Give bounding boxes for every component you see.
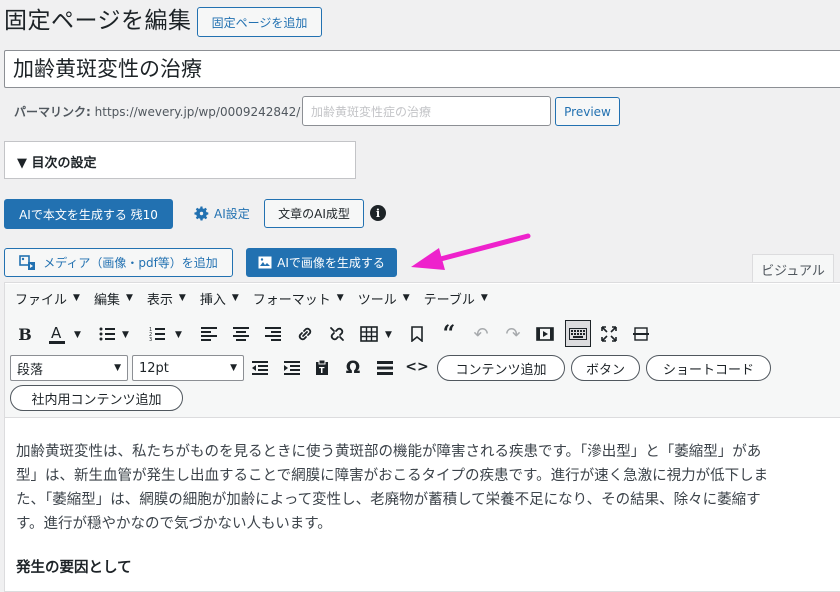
chevron-down-icon: ▼ [230,363,237,373]
ai-generate-image-button[interactable]: AIで画像を生成する [246,248,397,277]
paragraph-line: す。進行が穏やかなので気づかない人もいます。 [16,516,332,532]
ai-settings-label: AI設定 [214,207,250,221]
numbered-list-icon[interactable]: 123 [145,321,169,347]
post-title-input[interactable]: 加齢黄斑変性の治療 [4,50,840,88]
menu-table-label: テーブル [423,292,475,308]
bullet-list-icon[interactable] [95,321,119,347]
tab-visual[interactable]: ビジュアル [752,254,834,283]
chevron-down-icon: ▼ [480,293,488,303]
ai-generate-text-button[interactable]: AIで本文を生成する 残10 [4,199,173,229]
chevron-down-icon: ▼ [231,293,239,303]
annotation-arrow [411,233,531,270]
menu-tools-label: ツール [357,292,397,308]
align-right-icon[interactable] [261,321,285,347]
menu-file[interactable]: ファイル ▼ [15,289,80,308]
add-media-button[interactable]: メディア（画像・pdf等）を追加 [4,248,233,277]
add-page-button[interactable]: 固定ページを追加 [197,7,322,37]
bookmark-icon[interactable] [405,321,429,347]
font-size-select[interactable]: 12pt ▼ [132,355,244,381]
chevron-down-icon[interactable]: ▼ [175,330,182,340]
menu-view[interactable]: 表示 ▼ [147,289,186,308]
unlink-icon[interactable] [325,321,349,347]
permalink-url[interactable]: https://wevery.jp/wp/0009242842/ [95,105,301,119]
info-icon[interactable]: i [370,205,386,221]
editor-content[interactable]: 加齢黄斑変性は、私たちがものを見るときに使う黄斑部の機能が障害される疾患です。「… [16,440,840,536]
slug-input[interactable]: 加齢黄斑変性症の治療 [302,96,551,126]
menu-edit-label: 編集 [93,292,120,308]
permalink-label: パーマリンク: [14,105,91,119]
ai-settings-link[interactable]: AI設定 [193,205,250,222]
chevron-down-icon: ▼ [178,293,186,303]
redo-icon[interactable]: ↷ [501,321,525,347]
chevron-down-icon[interactable]: ▼ [74,330,81,340]
text-color-icon[interactable]: A [45,321,69,347]
chevron-down-icon: ▼ [125,293,133,303]
menu-tools[interactable]: ツール ▼ [358,289,410,308]
svg-text:A: A [51,324,62,342]
chevron-down-icon: ▼ [402,293,410,303]
special-character-icon[interactable]: Ω [341,355,365,381]
menu-insert[interactable]: 挿入 ▼ [200,289,239,308]
paragraph-line: 型」は、新生血管が発生し出血することで網膜に障害がおこるタイプの疾患です。進行が… [16,468,769,484]
chevron-down-icon: ▼ [336,293,344,303]
menu-table[interactable]: テーブル ▼ [424,289,488,308]
format-select-value: 段落 [17,362,44,378]
media-icon [19,254,36,270]
outdent-icon[interactable] [248,355,272,381]
bold-icon[interactable]: B [13,321,37,347]
content-heading: 発生の要因として [16,559,132,576]
menu-edit[interactable]: 編集 ▼ [94,289,133,308]
align-center-icon[interactable] [229,321,253,347]
svg-text:T: T [319,366,325,375]
indent-icon[interactable] [280,355,304,381]
link-icon[interactable] [293,321,317,347]
page-break-icon[interactable] [629,321,653,347]
font-size-value: 12pt [139,360,169,376]
paste-text-icon[interactable]: T [310,355,334,381]
blockquote-icon[interactable]: “ [437,321,461,347]
chevron-down-icon: ▼ [114,363,121,373]
table-icon[interactable] [357,321,381,347]
horizontal-rule-icon[interactable] [373,355,397,381]
undo-icon[interactable]: ↶ [469,321,493,347]
fullscreen-icon[interactable] [597,321,621,347]
paragraph-line: た、「萎縮型」は、網膜の細胞が加齢によって変性し、老廃物が蓄積して栄養不足になり… [16,492,761,508]
menu-insert-label: 挿入 [199,292,226,308]
button-insert-button[interactable]: ボタン [571,355,640,381]
menu-view-label: 表示 [146,292,173,308]
ai-format-button[interactable]: 文章のAI成型 [264,199,364,228]
internal-content-button[interactable]: 社内用コンテンツ追加 [10,385,183,411]
chevron-down-icon[interactable]: ▼ [122,330,129,340]
image-icon [258,256,272,269]
code-icon[interactable]: <> [405,354,429,380]
menu-format-label: フォーマット [252,292,331,308]
permalink-row: パーマリンク: https://wevery.jp/wp/0009242842/ [14,103,300,120]
chevron-down-icon: ▼ [73,293,80,303]
editor-toolbar: B A ▼ ▼ 123 ▼ ▼ “ ↶ ↷ 段落 ▼ 12pt ▼ T Ω <>… [5,312,840,418]
ai-generate-image-label: AIで画像を生成する [277,256,385,270]
media-embed-icon[interactable] [533,321,557,347]
editor-menubar: ファイル ▼ 編集 ▼ 表示 ▼ 挿入 ▼ フォーマット ▼ ツール ▼ テーブル ▼ [5,284,840,312]
page-title: 固定ページを編集 [4,8,192,34]
toc-settings-toggle[interactable]: ▼ 目次の設定 [4,141,356,179]
gear-icon [194,206,209,221]
paragraph-line: 加齢黄斑変性は、私たちがものを見るときに使う黄斑部の機能が障害される疾患です。「… [16,444,762,460]
add-content-button[interactable]: コンテンツ追加 [437,355,565,381]
svg-text:3: 3 [149,337,152,341]
format-select[interactable]: 段落 ▼ [10,355,128,381]
preview-button[interactable]: Preview [555,97,620,126]
chevron-down-icon[interactable]: ▼ [385,330,392,340]
menu-file-label: ファイル [15,292,68,308]
shortcode-button[interactable]: ショートコード [646,355,771,381]
keyboard-icon[interactable] [565,320,591,347]
add-media-label: メディア（画像・pdf等）を追加 [43,256,218,270]
menu-format[interactable]: フォーマット ▼ [253,289,344,308]
align-left-icon[interactable] [197,321,221,347]
